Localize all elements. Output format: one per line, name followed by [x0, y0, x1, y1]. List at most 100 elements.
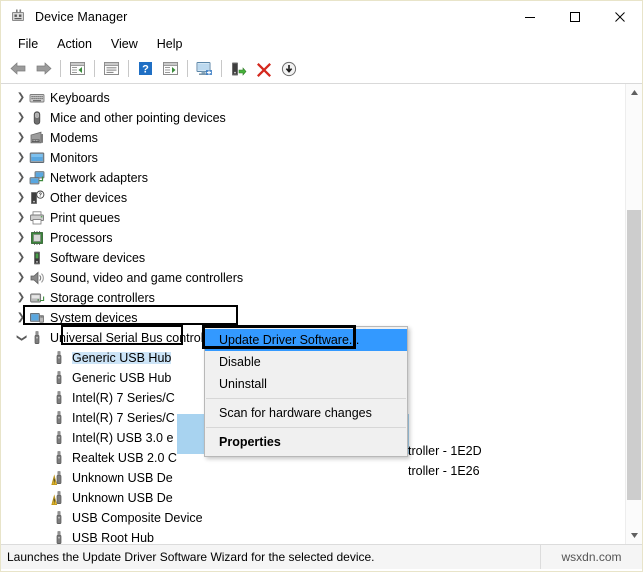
usb-device-icon	[51, 430, 67, 446]
tree-item-label: Generic USB Hub	[72, 370, 172, 385]
context-menu-item-update-driver-software[interactable]: Update Driver Software...	[205, 329, 407, 351]
tree-item-label: System devices	[50, 310, 138, 325]
show-hide-console-tree-icon[interactable]	[65, 57, 90, 80]
uninstall-device-icon[interactable]	[251, 57, 276, 80]
close-button[interactable]	[597, 1, 642, 32]
device-manager-window: Device Manager File Action View Help ? ❯…	[0, 0, 643, 572]
minimize-button[interactable]	[507, 1, 552, 32]
keyboard-icon	[29, 90, 45, 106]
context-menu-item-scan-for-hardware-changes[interactable]: Scan for hardware changes	[205, 402, 407, 424]
update-driver-software-icon[interactable]	[226, 57, 251, 80]
usb-icon	[29, 330, 45, 346]
context-menu-item-properties[interactable]: Properties	[205, 431, 407, 453]
back-icon[interactable]	[6, 57, 31, 80]
tree-item-label: Storage controllers	[50, 290, 155, 305]
view-devices-icon[interactable]	[158, 57, 183, 80]
usb-device-icon	[51, 450, 67, 466]
scan-for-hardware-changes-icon[interactable]	[192, 57, 217, 80]
scrollbar-thumb[interactable]	[627, 210, 641, 500]
chevron-right-icon[interactable]: ❯	[13, 293, 29, 303]
monitor-icon	[29, 150, 45, 166]
tree-item-network-adapters[interactable]: ❯ Network adapters	[1, 168, 616, 188]
menu-help[interactable]: Help	[148, 34, 193, 54]
vertical-scrollbar[interactable]	[625, 84, 642, 544]
usb-device-icon	[51, 530, 67, 544]
storage-controller-icon	[29, 290, 45, 306]
caption-buttons	[507, 1, 642, 32]
network-adapter-icon	[29, 170, 45, 186]
disable-device-icon[interactable]	[276, 57, 301, 80]
tree-item-label: Unknown USB De	[72, 470, 173, 485]
menu-action[interactable]: Action	[48, 34, 102, 54]
chevron-right-icon[interactable]: ❯	[13, 273, 29, 283]
device-tree: ❯ Keyboards ❯ Mice and other pointing de…	[1, 84, 616, 544]
tree-item-sound-video-game-controllers[interactable]: ❯ Sound, video and game controllers	[1, 268, 616, 288]
tree-item-label: Universal Serial Bus controllers	[50, 330, 224, 345]
tree-item-unknown-usb-device-1[interactable]: Unknown USB De	[1, 468, 616, 488]
tree-item-usb-root-hub-1[interactable]: USB Root Hub	[1, 528, 616, 544]
tree-item-label: Sound, video and game controllers	[50, 270, 244, 285]
menu-view[interactable]: View	[102, 34, 148, 54]
tree-item-keyboards[interactable]: ❯ Keyboards	[1, 88, 616, 108]
toolbar: ?	[1, 55, 642, 83]
chevron-right-icon[interactable]: ❯	[13, 213, 29, 223]
tree-item-modems[interactable]: ❯ Modems	[1, 128, 616, 148]
tree-item-label: Keyboards	[50, 90, 110, 105]
context-menu-item-disable[interactable]: Disable	[205, 351, 407, 373]
usb-device-icon	[51, 510, 67, 526]
tree-item-monitors[interactable]: ❯ Monitors	[1, 148, 616, 168]
tree-item-label: Intel(R) 7 Series/C	[72, 410, 175, 425]
tree-item-system-devices[interactable]: ❯ System devices	[1, 308, 616, 328]
usb-device-icon	[51, 370, 67, 386]
chevron-right-icon[interactable]: ❯	[13, 133, 29, 143]
tree-item-label: Modems	[50, 130, 98, 145]
maximize-button[interactable]	[552, 1, 597, 32]
tree-item-other-devices[interactable]: ❯ ? Other devices	[1, 188, 616, 208]
toolbar-separator-4	[187, 60, 188, 77]
help-icon[interactable]: ?	[133, 57, 158, 80]
tree-item-label: Realtek USB 2.0 C	[72, 450, 177, 465]
tree-item-label: Software devices	[50, 250, 146, 265]
status-message: Launches the Update Driver Software Wiza…	[7, 550, 375, 564]
chevron-right-icon[interactable]: ❯	[13, 113, 29, 123]
tree-item-processors[interactable]: ❯ Processors	[1, 228, 616, 248]
chevron-right-icon[interactable]: ❯	[13, 93, 29, 103]
tree-item-label: Monitors	[50, 150, 98, 165]
tree-item-label: Unknown USB De	[72, 490, 173, 505]
tree-item-label: USB Composite Device	[72, 510, 203, 525]
toolbar-separator-1	[60, 60, 61, 77]
window-title: Device Manager	[35, 9, 128, 24]
title-bar: Device Manager	[1, 1, 642, 32]
tree-item-storage-controllers[interactable]: ❯ Storage controllers	[1, 288, 616, 308]
tree-item-unknown-usb-device-2[interactable]: Unknown USB De	[1, 488, 616, 508]
menu-bar: File Action View Help	[1, 32, 642, 55]
forward-icon[interactable]	[31, 57, 56, 80]
chevron-right-icon[interactable]: ❯	[13, 153, 29, 163]
mouse-icon	[29, 110, 45, 126]
toolbar-separator-2	[94, 60, 95, 77]
context-menu-separator-2	[206, 427, 406, 428]
tree-item-label: Processors	[50, 230, 113, 245]
chevron-right-icon[interactable]: ❯	[13, 253, 29, 263]
toolbar-separator-5	[221, 60, 222, 77]
tree-item-software-devices[interactable]: ❯ Software devices	[1, 248, 616, 268]
chevron-right-icon[interactable]: ❯	[13, 193, 29, 203]
chevron-right-icon[interactable]: ❯	[13, 173, 29, 183]
scroll-down-button[interactable]	[626, 527, 642, 544]
properties-icon[interactable]	[99, 57, 124, 80]
device-tree-area: ❯ Keyboards ❯ Mice and other pointing de…	[1, 83, 642, 544]
usb-device-icon	[51, 350, 67, 366]
chevron-right-icon[interactable]: ❯	[13, 313, 29, 323]
tree-item-mice[interactable]: ❯ Mice and other pointing devices	[1, 108, 616, 128]
context-menu-item-uninstall[interactable]: Uninstall	[205, 373, 407, 395]
usb-device-icon	[51, 390, 67, 406]
scroll-up-button[interactable]	[626, 84, 642, 101]
tree-item-print-queues[interactable]: ❯ Print queues	[1, 208, 616, 228]
chevron-right-icon[interactable]: ❯	[13, 233, 29, 243]
chevron-down-icon[interactable]: ❯	[16, 330, 27, 346]
menu-file[interactable]: File	[9, 34, 48, 54]
other-device-icon: ?	[29, 190, 45, 206]
usb-device-warning-icon	[51, 490, 67, 506]
tree-item-usb-composite-device[interactable]: USB Composite Device	[1, 508, 616, 528]
speaker-icon	[29, 270, 45, 286]
